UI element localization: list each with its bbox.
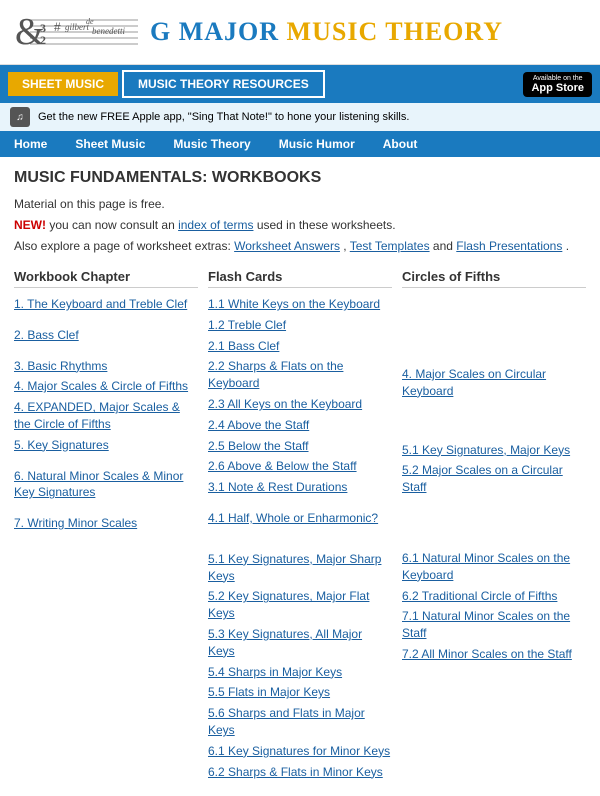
three-columns: Workbook Chapter 1. The Keyboard and Tre…	[14, 269, 586, 784]
appstore-badge[interactable]: Available on the App Store	[523, 72, 592, 97]
apple-promo-text: Get the new FREE Apple app, "Sing That N…	[38, 111, 409, 123]
new-info: NEW! you can now consult an index of ter…	[14, 216, 586, 234]
cof-5-2[interactable]: 5.2 Major Scales on a Circular Staff	[402, 462, 586, 496]
also-info: Also explore a page of worksheet extras:…	[14, 237, 586, 255]
cof-7-2[interactable]: 7.2 All Minor Scales on the Staff	[402, 646, 586, 663]
nav-music-theory[interactable]: Music Theory	[159, 131, 264, 157]
new-text2: used in these worksheets.	[257, 218, 396, 232]
wb-link-4e[interactable]: 4. EXPANDED, Major Scales & the Circle o…	[14, 399, 198, 433]
svg-text:de: de	[86, 17, 94, 26]
wb-link-7[interactable]: 7. Writing Minor Scales	[14, 515, 198, 532]
cof-6-1[interactable]: 6.1 Natural Minor Scales on the Keyboard	[402, 550, 586, 584]
cof-4[interactable]: 4. Major Scales on Circular Keyboard	[402, 366, 586, 400]
also-text: Also explore a page of worksheet extras:	[14, 239, 234, 253]
site-title-blue: G MAJOR	[150, 17, 279, 46]
main-content: MUSIC FUNDAMENTALS: WORKBOOKS Material o…	[0, 157, 600, 796]
fc-2-3[interactable]: 2.3 All Keys on the Keyboard	[208, 396, 392, 413]
fc-6-2[interactable]: 6.2 Sharps & Flats in Minor Keys	[208, 764, 392, 781]
cof-7-1[interactable]: 7.1 Natural Minor Scales on the Staff	[402, 608, 586, 642]
fc-6-1[interactable]: 6.1 Key Signatures for Minor Keys	[208, 743, 392, 760]
fc-1-1[interactable]: 1.1 White Keys on the Keyboard	[208, 296, 392, 313]
extras-link3[interactable]: Flash Presentations	[456, 239, 562, 253]
col1-header: Workbook Chapter	[14, 269, 198, 288]
col-flashcards: Flash Cards 1.1 White Keys on the Keyboa…	[208, 269, 392, 784]
nav-music-humor[interactable]: Music Humor	[265, 131, 369, 157]
wb-link-6[interactable]: 6. Natural Minor Scales & Minor Key Sign…	[14, 468, 198, 502]
wb-link-3[interactable]: 3. Basic Rhythms	[14, 358, 198, 375]
free-text: Material on this page is free.	[14, 195, 586, 213]
col2-header: Flash Cards	[208, 269, 392, 288]
nav-home[interactable]: Home	[0, 131, 61, 157]
col-workbook: Workbook Chapter 1. The Keyboard and Tre…	[14, 269, 198, 784]
apple-icon: ♫	[10, 107, 30, 127]
fc-2-1[interactable]: 2.1 Bass Clef	[208, 338, 392, 355]
site-title-orange: MUSIC THEORY	[287, 17, 503, 46]
nav-buttons-row: SHEET MUSIC MUSIC THEORY RESOURCES Avail…	[0, 65, 600, 103]
fc-3-1[interactable]: 3.1 Note & Rest Durations	[208, 479, 392, 496]
wb-link-5[interactable]: 5. Key Signatures	[14, 437, 198, 454]
theory-nav-button[interactable]: MUSIC THEORY RESOURCES	[122, 70, 325, 98]
cof-5-1[interactable]: 5.1 Key Signatures, Major Keys	[402, 442, 586, 459]
fc-4-1[interactable]: 4.1 Half, Whole or Enharmonic?	[208, 510, 392, 527]
page-title: MUSIC FUNDAMENTALS: WORKBOOKS	[14, 169, 586, 187]
fc-2-2[interactable]: 2.2 Sharps & Flats on the Keyboard	[208, 358, 392, 392]
col-circles: Circles of Fifths 4. Major Scales on Cir…	[402, 269, 586, 784]
fc-2-6[interactable]: 2.6 Above & Below the Staff	[208, 458, 392, 475]
extras-link1[interactable]: Worksheet Answers	[234, 239, 340, 253]
appstore-label: App Store	[531, 82, 584, 94]
appstore-available: Available on the	[533, 75, 583, 82]
apple-promo-row: ♫ Get the new FREE Apple app, "Sing That…	[0, 103, 600, 131]
fc-2-4[interactable]: 2.4 Above the Staff	[208, 417, 392, 434]
col3-header: Circles of Fifths	[402, 269, 586, 288]
sheet-music-nav-button[interactable]: SHEET MUSIC	[8, 72, 118, 96]
fc-1-2[interactable]: 1.2 Treble Clef	[208, 317, 392, 334]
wb-link-2[interactable]: 2. Bass Clef	[14, 327, 198, 344]
svg-text:#: #	[54, 20, 61, 34]
site-title: G MAJOR MUSIC THEORY	[150, 17, 503, 47]
nav-sheet-music[interactable]: Sheet Music	[61, 131, 159, 157]
nav-about[interactable]: About	[369, 131, 432, 157]
wb-link-1[interactable]: 1. The Keyboard and Treble Clef	[14, 296, 198, 313]
fc-5-1[interactable]: 5.1 Key Signatures, Major Sharp Keys	[208, 551, 392, 585]
fc-5-2[interactable]: 5.2 Key Signatures, Major Flat Keys	[208, 588, 392, 622]
fc-5-5[interactable]: 5.5 Flats in Major Keys	[208, 684, 392, 701]
staff-svg: & 3 2 # gilbert de benedetti	[10, 6, 140, 58]
fc-5-6[interactable]: 5.6 Sharps and Flats in Major Keys	[208, 705, 392, 739]
extras-text3: and	[433, 239, 456, 253]
main-nav: Home Sheet Music Music Theory Music Humo…	[0, 131, 600, 157]
fc-2-5[interactable]: 2.5 Below the Staff	[208, 438, 392, 455]
extras-period: .	[566, 239, 569, 253]
logo-staff: & 3 2 # gilbert de benedetti	[10, 6, 140, 58]
cof-6-2[interactable]: 6.2 Traditional Circle of Fifths	[402, 588, 586, 605]
fc-5-4[interactable]: 5.4 Sharps in Major Keys	[208, 664, 392, 681]
new-text: you can now consult an	[49, 218, 178, 232]
extras-link2[interactable]: Test Templates	[350, 239, 430, 253]
site-header: & 3 2 # gilbert de benedetti G MAJOR MUS…	[0, 0, 600, 65]
new-label: NEW!	[14, 218, 46, 232]
index-link[interactable]: index of terms	[178, 218, 253, 232]
svg-text:2: 2	[40, 33, 46, 47]
fc-5-3[interactable]: 5.3 Key Signatures, All Major Keys	[208, 626, 392, 660]
wb-link-4[interactable]: 4. Major Scales & Circle of Fifths	[14, 378, 198, 395]
svg-text:benedetti: benedetti	[92, 26, 125, 36]
